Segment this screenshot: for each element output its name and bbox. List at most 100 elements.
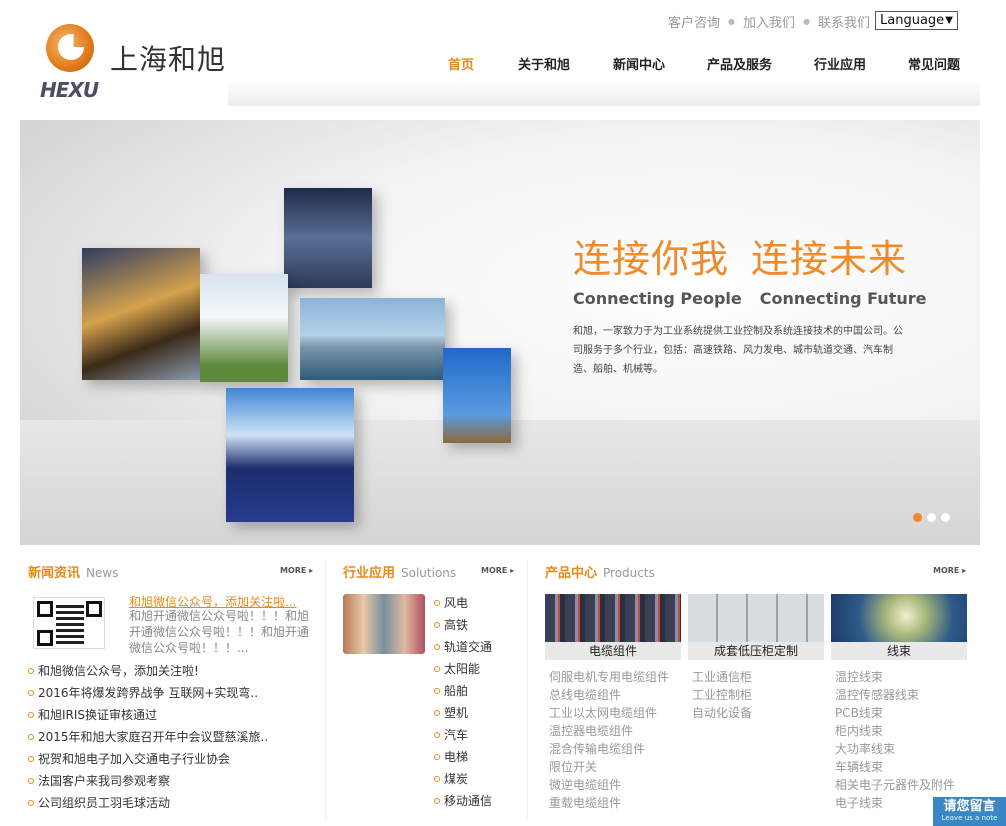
carousel-dot[interactable] bbox=[927, 513, 936, 522]
bullet-icon bbox=[434, 754, 440, 760]
solutions-section-title: 行业应用 Solutions bbox=[343, 566, 457, 581]
list-item[interactable]: 限位开关 bbox=[549, 758, 669, 776]
nav-faq[interactable]: 常见问题 bbox=[908, 54, 960, 73]
logo-mark-icon bbox=[46, 24, 94, 72]
list-item[interactable]: 大功率线束 bbox=[835, 740, 955, 758]
list-item[interactable]: 塑机 bbox=[434, 704, 492, 726]
slogan-en: Connecting People Connecting Future bbox=[573, 289, 927, 308]
column-divider bbox=[527, 560, 528, 820]
list-item[interactable]: 温控器电缆组件 bbox=[549, 722, 669, 740]
product-label: 成套低压柜定制 bbox=[688, 642, 824, 660]
bullet-icon bbox=[434, 776, 440, 782]
list-item[interactable]: 风电 bbox=[434, 594, 492, 616]
list-item[interactable]: 混合传输电缆组件 bbox=[549, 740, 669, 758]
list-item[interactable]: 自动化设备 bbox=[692, 704, 752, 722]
list-item[interactable]: 微逆电缆组件 bbox=[549, 776, 669, 794]
bullet-icon bbox=[434, 622, 440, 628]
solutions-list: 风电 高铁 轨道交通 太阳能 船舶 塑机 汽车 电梯 煤炭 移动通信 bbox=[434, 594, 492, 814]
solutions-more-link[interactable]: MORE ▸ bbox=[481, 566, 514, 575]
list-item[interactable]: 公司组织员工羽毛球活动 bbox=[28, 794, 268, 816]
photo-cube-train bbox=[82, 248, 200, 380]
list-item[interactable]: PCB线束 bbox=[835, 704, 955, 722]
product-list-harness: 温控线束 温控传感器线束 PCB线束 柜内线束 大功率线束 车辆线束 相关电子元… bbox=[835, 668, 955, 812]
list-item[interactable]: 温控传感器线束 bbox=[835, 686, 955, 704]
news-section-title: 新闻资讯 News bbox=[28, 566, 119, 581]
dropdown-arrow-icon: ▼ bbox=[945, 15, 953, 26]
photo-cube-robot bbox=[200, 274, 288, 382]
list-item[interactable]: 煤炭 bbox=[434, 770, 492, 792]
nav-bar-bg bbox=[228, 80, 980, 106]
bullet-icon bbox=[434, 644, 440, 650]
photo-cube-engineer bbox=[284, 188, 372, 288]
news-qr-image[interactable] bbox=[33, 597, 105, 649]
list-item[interactable]: 祝贺和旭电子加入交通电子行业协会 bbox=[28, 750, 268, 772]
list-item[interactable]: 2015年和旭大家庭召开年中会议暨慈溪旅.. bbox=[28, 728, 268, 750]
nav-solutions[interactable]: 行业应用 bbox=[814, 54, 908, 73]
list-item[interactable]: 移动通信 bbox=[434, 792, 492, 814]
leave-note-button[interactable]: 请您留言 Leave us a note bbox=[933, 797, 1006, 826]
solutions-image[interactable] bbox=[343, 594, 425, 654]
carousel-dot[interactable] bbox=[913, 513, 922, 522]
list-item[interactable]: 轨道交通 bbox=[434, 638, 492, 660]
photo-cube-solar bbox=[226, 388, 354, 522]
list-item[interactable]: 伺服电机专用电缆组件 bbox=[549, 668, 669, 686]
list-item[interactable]: 柜内线束 bbox=[835, 722, 955, 740]
list-item[interactable]: 总线电缆组件 bbox=[549, 686, 669, 704]
list-item[interactable]: 太阳能 bbox=[434, 660, 492, 682]
join-us-link[interactable]: 加入我们 bbox=[743, 12, 795, 31]
list-item[interactable]: 法国客户来我司参观考察 bbox=[28, 772, 268, 794]
bullet-icon bbox=[434, 732, 440, 738]
list-item[interactable]: 高铁 bbox=[434, 616, 492, 638]
product-card-harness[interactable]: 线束 bbox=[831, 594, 967, 660]
photo-cube-ship bbox=[300, 298, 445, 380]
logo-text: 上海和旭 bbox=[110, 43, 227, 76]
contact-link[interactable]: 联系我们 bbox=[818, 12, 870, 31]
bullet-icon bbox=[434, 798, 440, 804]
list-item[interactable]: 温控线束 bbox=[835, 668, 955, 686]
carousel-dot[interactable] bbox=[941, 513, 950, 522]
nav-products[interactable]: 产品及服务 bbox=[707, 54, 814, 73]
top-links: 客户咨询 ● 加入我们 ● 联系我们 ● bbox=[668, 12, 893, 31]
list-item[interactable]: 重载电缆组件 bbox=[549, 794, 669, 812]
product-card-cable[interactable]: 电缆组件 bbox=[545, 594, 681, 660]
banner-description: 和旭，一家致力于为工业系统提供工业控制及系统连接技术的中国公司。公司服务于多个行… bbox=[573, 326, 903, 375]
list-item[interactable]: 汽车 bbox=[434, 726, 492, 748]
language-select[interactable]: Language ▼ bbox=[875, 11, 958, 30]
product-image bbox=[831, 594, 967, 642]
product-image bbox=[688, 594, 824, 642]
product-card-cabinet[interactable]: 成套低压柜定制 bbox=[688, 594, 824, 660]
list-item[interactable]: 工业以太网电缆组件 bbox=[549, 704, 669, 722]
main-nav: 首页 关于和旭 新闻中心 产品及服务 行业应用 常见问题 bbox=[448, 54, 960, 73]
list-item[interactable]: 船舶 bbox=[434, 682, 492, 704]
list-item[interactable]: 车辆线束 bbox=[835, 758, 955, 776]
nav-home[interactable]: 首页 bbox=[448, 54, 518, 73]
bullet-icon bbox=[28, 712, 34, 718]
news-more-link[interactable]: MORE ▸ bbox=[280, 566, 313, 575]
banner-slogan: 连接你我 连接未来 Connecting People Connecting Fut… bbox=[573, 228, 926, 379]
bullet-icon bbox=[28, 734, 34, 740]
consult-link[interactable]: 客户咨询 bbox=[668, 12, 720, 31]
products-section-title: 产品中心 Products bbox=[545, 566, 655, 581]
leave-note-label: 请您留言 bbox=[943, 799, 996, 814]
list-item[interactable]: 和旭微信公众号，添加关注啦! bbox=[28, 662, 268, 684]
nav-about[interactable]: 关于和旭 bbox=[518, 54, 613, 73]
logo[interactable]: 上海和旭 HEXU bbox=[40, 22, 230, 102]
hero-banner[interactable]: 连接你我 连接未来 Connecting People Connecting Fut… bbox=[20, 120, 980, 545]
bullet-icon bbox=[28, 690, 34, 696]
nav-news[interactable]: 新闻中心 bbox=[613, 54, 707, 73]
product-image bbox=[545, 594, 681, 642]
list-item[interactable]: 工业控制柜 bbox=[692, 686, 752, 704]
list-item[interactable]: 和旭IRIS换证审核通过 bbox=[28, 706, 268, 728]
bullet-icon bbox=[28, 800, 34, 806]
bullet-icon bbox=[434, 710, 440, 716]
logo-wordmark: HEXU bbox=[40, 78, 99, 102]
photo-cube-wind bbox=[443, 348, 511, 443]
list-item[interactable]: 电梯 bbox=[434, 748, 492, 770]
list-item[interactable]: 2016年将爆发跨界战争 互联网+实现弯.. bbox=[28, 684, 268, 706]
products-more-link[interactable]: MORE ▸ bbox=[933, 566, 966, 575]
list-item[interactable]: 相关电子元器件及附件 bbox=[835, 776, 955, 794]
list-item[interactable]: 工业通信柜 bbox=[692, 668, 752, 686]
separator-dot: ● bbox=[803, 17, 810, 26]
product-list-cabinet: 工业通信柜 工业控制柜 自动化设备 bbox=[692, 668, 752, 722]
bullet-icon bbox=[28, 778, 34, 784]
